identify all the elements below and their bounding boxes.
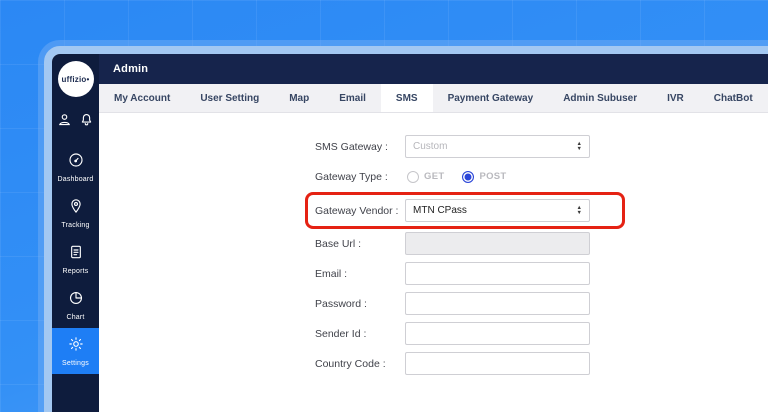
sidebar-item-tracking[interactable]: Tracking [52,190,99,236]
main-area: Admin My Account User Setting Map Email … [99,54,768,412]
sidebar-item-label: Reports [63,268,89,275]
sidebar-item-chart[interactable]: Chart [52,282,99,328]
content-panel: SMS Gateway : Custom ▲▼ Gateway Type : G… [99,113,768,412]
tab-payment-gateway[interactable]: Payment Gateway [433,84,549,112]
report-document-icon [68,244,84,265]
sidebar-item-label: Settings [62,360,89,367]
tab-bar: My Account User Setting Map Email SMS Pa… [99,84,768,113]
sidebar: uffizio• Dashboard [52,54,99,412]
gateway-type-row: Gateway Type : GET POST [315,165,615,188]
speedometer-icon [68,152,84,173]
page-title: Admin [113,63,148,75]
base-url-row: Base Url : [315,232,615,255]
user-icon[interactable] [57,112,72,132]
tab-sms[interactable]: SMS [381,84,433,112]
radio-get-label: GET [424,171,444,182]
password-label: Password : [315,298,405,310]
email-row: Email : [315,262,615,285]
password-input[interactable] [405,292,590,315]
radio-get[interactable]: GET [407,171,444,183]
radio-post-circle [462,171,474,183]
gateway-type-label: Gateway Type : [315,171,405,183]
sidebar-item-label: Chart [66,314,84,321]
country-code-input[interactable] [405,352,590,375]
select-updown-icon: ▲▼ [577,142,582,151]
gear-icon [68,336,84,357]
radio-post-label: POST [479,171,506,182]
gateway-vendor-label: Gateway Vendor : [315,205,405,217]
gateway-vendor-value: MTN CPass [413,205,467,216]
uffizio-logo[interactable]: uffizio• [58,61,94,97]
tab-ivr[interactable]: IVR [652,84,699,112]
base-url-label: Base Url : [315,238,405,250]
radio-post[interactable]: POST [462,171,506,183]
sms-settings-form: SMS Gateway : Custom ▲▼ Gateway Type : G… [315,135,615,382]
app-window: uffizio• Dashboard [44,46,768,412]
sidebar-item-label: Dashboard [57,176,93,183]
sidebar-item-settings[interactable]: Settings [52,328,99,374]
sms-gateway-label: SMS Gateway : [315,141,405,153]
sms-gateway-row: SMS Gateway : Custom ▲▼ [315,135,615,158]
gateway-vendor-select[interactable]: MTN CPass ▲▼ [405,199,590,222]
sms-gateway-value: Custom [413,141,447,152]
sidebar-item-reports[interactable]: Reports [52,236,99,282]
location-pin-icon [68,198,84,219]
base-url-input[interactable] [405,232,590,255]
select-updown-icon: ▲▼ [577,206,582,215]
sender-id-input[interactable] [405,322,590,345]
country-code-row: Country Code : [315,352,615,375]
tab-user-setting[interactable]: User Setting [185,84,274,112]
gateway-type-radio-group: GET POST [405,171,507,183]
email-input[interactable] [405,262,590,285]
sender-id-label: Sender Id : [315,328,405,340]
sender-id-row: Sender Id : [315,322,615,345]
password-row: Password : [315,292,615,315]
page-header: Admin [99,54,768,84]
sms-gateway-select[interactable]: Custom ▲▼ [405,135,590,158]
tab-email[interactable]: Email [324,84,381,112]
country-code-label: Country Code : [315,358,405,370]
gateway-vendor-row-highlighted: Gateway Vendor : MTN CPass ▲▼ [308,195,622,226]
sidebar-item-label: Tracking [61,222,89,229]
pie-chart-icon [68,290,84,311]
tab-admin-subuser[interactable]: Admin Subuser [548,84,652,112]
bell-icon[interactable] [79,112,94,132]
tab-map[interactable]: Map [274,84,324,112]
radio-get-circle [407,171,419,183]
tab-my-account[interactable]: My Account [99,84,185,112]
tab-chatbot[interactable]: ChatBot [699,84,768,112]
sidebar-item-dashboard[interactable]: Dashboard [52,144,99,190]
email-label: Email : [315,268,405,280]
